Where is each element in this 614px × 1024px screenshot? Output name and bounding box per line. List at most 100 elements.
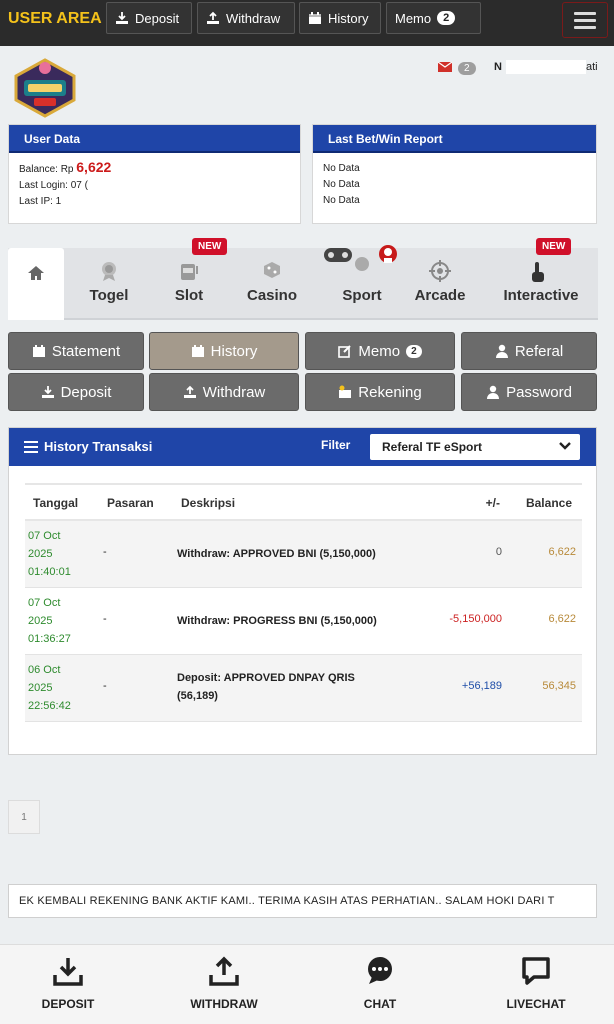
redacted-login <box>96 178 186 190</box>
deposit-icon <box>116 12 128 24</box>
filter-label: Filter <box>321 438 351 452</box>
withdraw-icon <box>183 385 196 398</box>
page-button[interactable]: 1 <box>8 800 40 834</box>
top-bar: USER AREA Deposit Withdraw History Memo … <box>0 0 614 46</box>
slot-icon <box>181 264 198 280</box>
user-data-panel: User Data Balance: Rp 6,622 Last Login: … <box>8 124 301 224</box>
statement-button[interactable]: Statement <box>8 332 144 370</box>
tab-interactive[interactable]: NEW Interactive <box>486 238 596 320</box>
balance-value: 6,622 <box>76 159 112 175</box>
tab-sport-label: Sport <box>342 287 382 304</box>
history-title-text: History Transaksi <box>44 439 153 454</box>
referal-button[interactable]: Referal <box>461 332 597 370</box>
top-deposit-button[interactable]: Deposit <box>106 2 192 34</box>
togel-icon <box>102 262 116 281</box>
calendar-icon <box>191 345 204 357</box>
bottom-livechat-label: LIVECHAT <box>506 997 566 1011</box>
row-balance: 6,622 <box>548 546 576 558</box>
rekening-button[interactable]: Rekening <box>305 373 455 411</box>
tab-home[interactable] <box>8 248 64 320</box>
history-button[interactable]: History <box>149 332 299 370</box>
withdraw-button[interactable]: Withdraw <box>149 373 299 411</box>
bottom-livechat-button[interactable]: LIVECHAT <box>476 955 596 1013</box>
row-balance: 56,345 <box>542 680 576 692</box>
chat-bubble-icon <box>368 957 392 984</box>
last-bet-row: No Data <box>323 195 360 206</box>
bottom-deposit-button[interactable]: DEPOSIT <box>8 955 128 1013</box>
top-history-button[interactable]: History <box>299 2 381 34</box>
mail-count-badge: 2 <box>458 62 476 75</box>
user-data-title: User Data <box>9 125 300 153</box>
calendar-icon <box>32 345 45 357</box>
tab-arcade-label: Arcade <box>414 287 466 304</box>
tab-slot-label: Slot <box>174 287 204 304</box>
top-memo-button[interactable]: Memo 2 <box>386 2 481 34</box>
last-bet-panel: Last Bet/Win Report No Data No Data No D… <box>312 124 597 224</box>
row-description: Withdraw: APPROVED BNI (5,150,000) <box>177 548 376 560</box>
tab-slot[interactable]: NEW Slot <box>154 238 228 320</box>
redacted-username <box>506 60 586 74</box>
top-deposit-label: Deposit <box>135 10 180 26</box>
calendar-icon <box>309 12 321 24</box>
rekening-label: Rekening <box>358 383 422 401</box>
referal-label: Referal <box>514 342 564 360</box>
deposit-button[interactable]: Deposit <box>8 373 144 411</box>
tab-arcade[interactable]: Arcade <box>404 248 476 320</box>
interactive-new-badge: NEW <box>536 238 572 255</box>
announcement-marquee: EK KEMBALI REKENING BANK AKTIF KAMI.. TE… <box>8 884 597 918</box>
bottom-chat-button[interactable]: CHAT <box>320 955 440 1013</box>
hamburger-menu-button[interactable] <box>562 2 608 38</box>
filter-select[interactable]: Referal TF eSport <box>370 434 580 460</box>
tab-interactive-label: Interactive <box>503 287 579 304</box>
category-tabs: Togel NEW Slot Casino Sport Arcade NEW I… <box>8 238 598 320</box>
row-amount: +56,189 <box>461 680 502 692</box>
tab-casino[interactable]: Casino <box>234 248 310 320</box>
balance-row: Balance: Rp 6,622 <box>19 159 290 178</box>
history-panel: History Transaksi Filter Referal TF eSpo… <box>8 427 597 755</box>
slot-new-badge: NEW <box>192 238 228 255</box>
memo-button[interactable]: Memo 2 <box>305 332 455 370</box>
bottom-chat-label: CHAT <box>363 997 397 1011</box>
last-bet-row: No Data <box>323 179 360 190</box>
livechat-icon <box>522 957 550 985</box>
col-tanggal: Tanggal <box>33 496 79 510</box>
redacted-ip <box>66 194 186 206</box>
table-row: 06 Oct 2025 22:56:42 - Deposit: APPROVED D… <box>25 655 582 722</box>
edit-icon <box>338 345 352 358</box>
row-date: 07 Oct 2025 01:40:01 <box>28 530 71 578</box>
history-table: Tanggal Pasaran Deskripsi +/- Balance 07… <box>25 483 582 722</box>
username-text: N <box>494 61 502 73</box>
history-title: History Transaksi <box>24 439 152 454</box>
chevron-down-icon <box>559 442 571 450</box>
user-icon <box>495 344 508 358</box>
last-bet-row: No Data <box>323 163 360 174</box>
row-amount: -5,150,000 <box>449 613 502 625</box>
site-logo[interactable] <box>10 58 80 118</box>
bottom-nav: DEPOSIT WITHDRAW CHAT LIVECHAT <box>0 944 614 1024</box>
row-date: 07 Oct 2025 01:36:27 <box>28 597 71 645</box>
tab-togel-label: Togel <box>89 287 129 304</box>
memo-badge: 2 <box>406 344 422 358</box>
download-tray-icon <box>53 958 83 986</box>
bottom-withdraw-button[interactable]: WITHDRAW <box>164 955 284 1013</box>
table-header-row: Tanggal Pasaran Deskripsi +/- Balance <box>25 483 582 521</box>
user-icon <box>487 385 500 399</box>
bottom-withdraw-label: WITHDRAW <box>190 997 258 1011</box>
casino-icon <box>264 262 280 278</box>
mail-icon[interactable] <box>438 62 452 72</box>
tab-togel[interactable]: Togel <box>74 248 144 320</box>
last-bet-title: Last Bet/Win Report <box>313 125 596 153</box>
bank-card-icon <box>339 385 352 398</box>
top-withdraw-button[interactable]: Withdraw <box>197 2 295 34</box>
withdraw-icon <box>207 11 219 24</box>
row-description: Deposit: APPROVED DNPAY QRIS (56,189) <box>177 672 355 702</box>
col-deskripsi: Deskripsi <box>181 496 236 510</box>
row-market: - <box>103 680 107 692</box>
tab-sport[interactable]: Sport <box>320 245 404 320</box>
table-row: 07 Oct 2025 01:36:27 - Withdraw: PROGRESS … <box>25 588 582 655</box>
balance-label: Balance: Rp <box>19 164 74 175</box>
row-amount: 0 <box>495 546 502 558</box>
password-button[interactable]: Password <box>461 373 597 411</box>
top-memo-label: Memo <box>395 10 432 26</box>
col-pasaran: Pasaran <box>107 496 154 510</box>
